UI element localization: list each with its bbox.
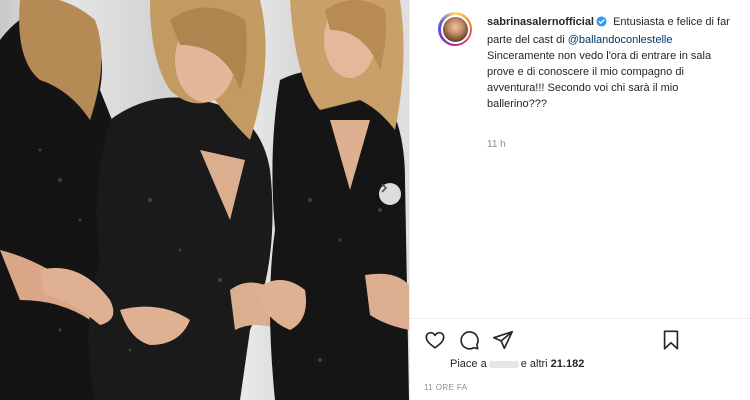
post-side-panel: sabrinasalernofficial Entusiasta e felic… <box>409 0 750 400</box>
caption-time: 11 h <box>487 139 506 150</box>
mention-link[interactable]: @ballandoconlestelle <box>568 34 673 46</box>
heart-icon <box>425 331 445 349</box>
bookmark-icon <box>663 330 679 350</box>
avatar[interactable] <box>438 12 472 46</box>
share-button[interactable] <box>492 329 514 351</box>
post-timestamp[interactable]: 11 ORE FA <box>424 383 467 392</box>
send-icon <box>493 330 513 350</box>
verified-badge-icon <box>596 16 607 32</box>
comment-button[interactable] <box>458 329 480 351</box>
author-username[interactable]: sabrinasalernofficial <box>487 16 594 28</box>
likes-prefix: Piace a <box>450 358 487 370</box>
liker-name-placeholder <box>488 360 519 368</box>
instagram-post: sabrinasalernofficial Entusiasta e felic… <box>0 0 750 400</box>
likes-count: 21.182 <box>550 358 585 370</box>
like-button[interactable] <box>424 329 446 351</box>
comment-icon <box>460 331 479 350</box>
post-caption: sabrinasalernofficial Entusiasta e felic… <box>487 14 739 112</box>
caption-text-continued: Sinceramente non vedo l'ora di entrare i… <box>487 50 712 110</box>
photo-illustration <box>0 0 409 400</box>
likes-middle: e altri <box>520 358 548 370</box>
action-bar <box>410 318 750 359</box>
avatar-image <box>440 14 470 44</box>
likes-summary[interactable]: Piace a e altri 21.182 <box>450 358 584 370</box>
next-photo-button[interactable] <box>379 183 401 205</box>
post-photo[interactable] <box>0 0 409 400</box>
save-button[interactable] <box>660 329 682 351</box>
chevron-right-icon <box>381 183 387 193</box>
